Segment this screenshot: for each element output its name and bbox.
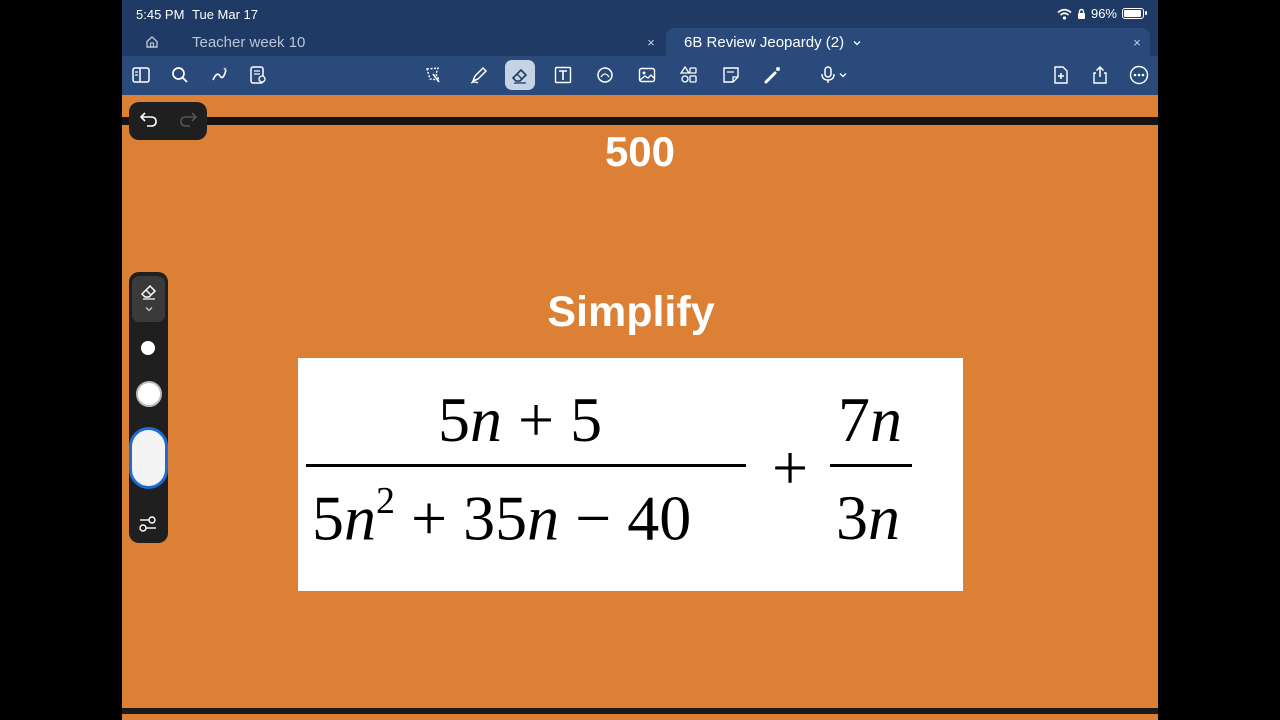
toolbar xyxy=(122,56,1158,95)
fraction1-numerator: 5n + 5 xyxy=(438,388,602,452)
fraction1-bar xyxy=(306,464,746,467)
sidebar-icon xyxy=(132,67,150,83)
search-button[interactable] xyxy=(165,60,195,90)
more-button[interactable] xyxy=(1124,60,1154,90)
chevron-down-icon xyxy=(145,307,152,312)
wifi-icon xyxy=(1057,8,1072,20)
status-bar: 5:45 PM Tue Mar 17 96% xyxy=(122,0,1158,28)
tab-6b-review-jeopardy[interactable]: 6B Review Jeopardy (2) × xyxy=(666,28,1150,56)
fraction2-bar xyxy=(830,464,912,467)
coefficient: 7 xyxy=(838,384,870,455)
eraser-icon xyxy=(140,284,156,300)
home-icon xyxy=(146,36,158,48)
coefficient: 3 xyxy=(836,482,868,553)
point-value: 500 xyxy=(604,128,676,175)
page-list-icon xyxy=(250,66,266,84)
sticky-note-icon xyxy=(723,67,739,83)
share-icon xyxy=(1093,65,1107,84)
eraser-size-small[interactable] xyxy=(141,341,155,355)
image-tool[interactable] xyxy=(632,60,662,90)
add-page-button[interactable] xyxy=(1046,60,1076,90)
page-divider-bottom xyxy=(122,708,1158,714)
fraction1-denominator: 5n2 + 35n − 40 xyxy=(312,482,691,550)
ai-assist-icon xyxy=(212,67,227,81)
tab-title: 6B Review Jeopardy (2) xyxy=(684,33,845,51)
share-button[interactable] xyxy=(1085,60,1115,90)
shapes-icon xyxy=(597,67,613,83)
fraction2-denominator: 3n xyxy=(836,486,900,550)
more-icon xyxy=(1129,65,1149,85)
page-divider-top xyxy=(122,117,1158,125)
tab-bar: Teacher week 10 × 6B Review Jeopardy (2)… xyxy=(122,28,1158,56)
chevron-down-icon xyxy=(839,73,847,78)
undo-redo-bar xyxy=(129,102,207,140)
laser-tool[interactable] xyxy=(758,60,788,90)
eraser-options-panel xyxy=(129,272,168,543)
undo-icon xyxy=(139,111,157,127)
close-icon[interactable]: × xyxy=(638,35,664,50)
text-tool[interactable] xyxy=(548,60,578,90)
coefficient: 5 xyxy=(438,384,470,455)
shapes-tool[interactable] xyxy=(590,60,620,90)
text-icon xyxy=(554,66,572,84)
image-icon xyxy=(638,67,656,83)
math-expression: 5n + 5 5n2 + 35n − 40 + 7n 3n xyxy=(298,358,963,591)
app-chrome: 5:45 PM Tue Mar 17 96% Teacher week 10 ×… xyxy=(122,0,1158,95)
status-indicators: 96% xyxy=(1057,6,1147,21)
search-icon xyxy=(172,67,188,83)
eraser-type-button[interactable] xyxy=(132,276,165,322)
exponent: 2 xyxy=(376,480,395,522)
variable: n xyxy=(470,384,502,455)
laser-icon xyxy=(764,67,780,84)
eraser-tool[interactable] xyxy=(505,60,535,90)
lasso-icon xyxy=(426,67,441,83)
term: + 35 xyxy=(395,482,528,554)
redo-button[interactable] xyxy=(178,109,198,134)
elements-icon xyxy=(679,65,697,83)
pen-tool[interactable] xyxy=(464,60,494,90)
app-screen: 5:45 PM Tue Mar 17 96% Teacher week 10 ×… xyxy=(122,0,1158,720)
sticky-note-tool[interactable] xyxy=(716,60,746,90)
audio-record-button[interactable] xyxy=(810,60,856,90)
elements-tool[interactable] xyxy=(674,60,704,90)
tab-teacher-week-10[interactable]: Teacher week 10 × xyxy=(174,28,664,56)
eraser-icon xyxy=(511,68,528,84)
eraser-size-large[interactable] xyxy=(129,427,168,489)
battery-level xyxy=(1124,10,1142,17)
ai-assist-button[interactable] xyxy=(205,60,235,90)
variable: n xyxy=(868,482,900,553)
plus-operator: + xyxy=(772,432,809,503)
tab-label: Teacher week 10 xyxy=(192,33,306,51)
undo-button[interactable] xyxy=(139,109,159,134)
variable: n xyxy=(344,482,376,554)
microphone-icon xyxy=(821,66,835,83)
home-tab[interactable] xyxy=(132,28,172,56)
redo-icon xyxy=(179,111,197,127)
page-list-button[interactable] xyxy=(243,60,273,90)
pen-icon xyxy=(470,66,488,84)
sidebar-toggle-button[interactable] xyxy=(126,60,156,90)
lasso-tool[interactable] xyxy=(418,60,448,90)
variable: n xyxy=(527,482,560,554)
settings-icon[interactable] xyxy=(138,514,158,534)
chevron-down-icon[interactable] xyxy=(852,39,862,47)
orientation-lock-icon xyxy=(1077,8,1085,19)
eraser-size-medium[interactable] xyxy=(136,381,162,407)
status-date: Tue Mar 17 xyxy=(192,7,258,22)
tab-label: 6B Review Jeopardy (2) xyxy=(666,34,1124,51)
variable: n xyxy=(870,384,902,455)
battery-percent: 96% xyxy=(1090,6,1117,21)
fraction2-numerator: 7n xyxy=(838,388,902,452)
term: − 40 xyxy=(559,482,692,554)
add-page-icon xyxy=(1054,66,1068,84)
status-time: 5:45 PM xyxy=(136,7,185,22)
battery-icon xyxy=(1122,8,1147,19)
term: + 5 xyxy=(502,384,603,455)
coefficient: 5 xyxy=(312,482,344,554)
close-icon[interactable]: × xyxy=(1124,35,1150,50)
question-heading: Simplify xyxy=(547,288,715,336)
